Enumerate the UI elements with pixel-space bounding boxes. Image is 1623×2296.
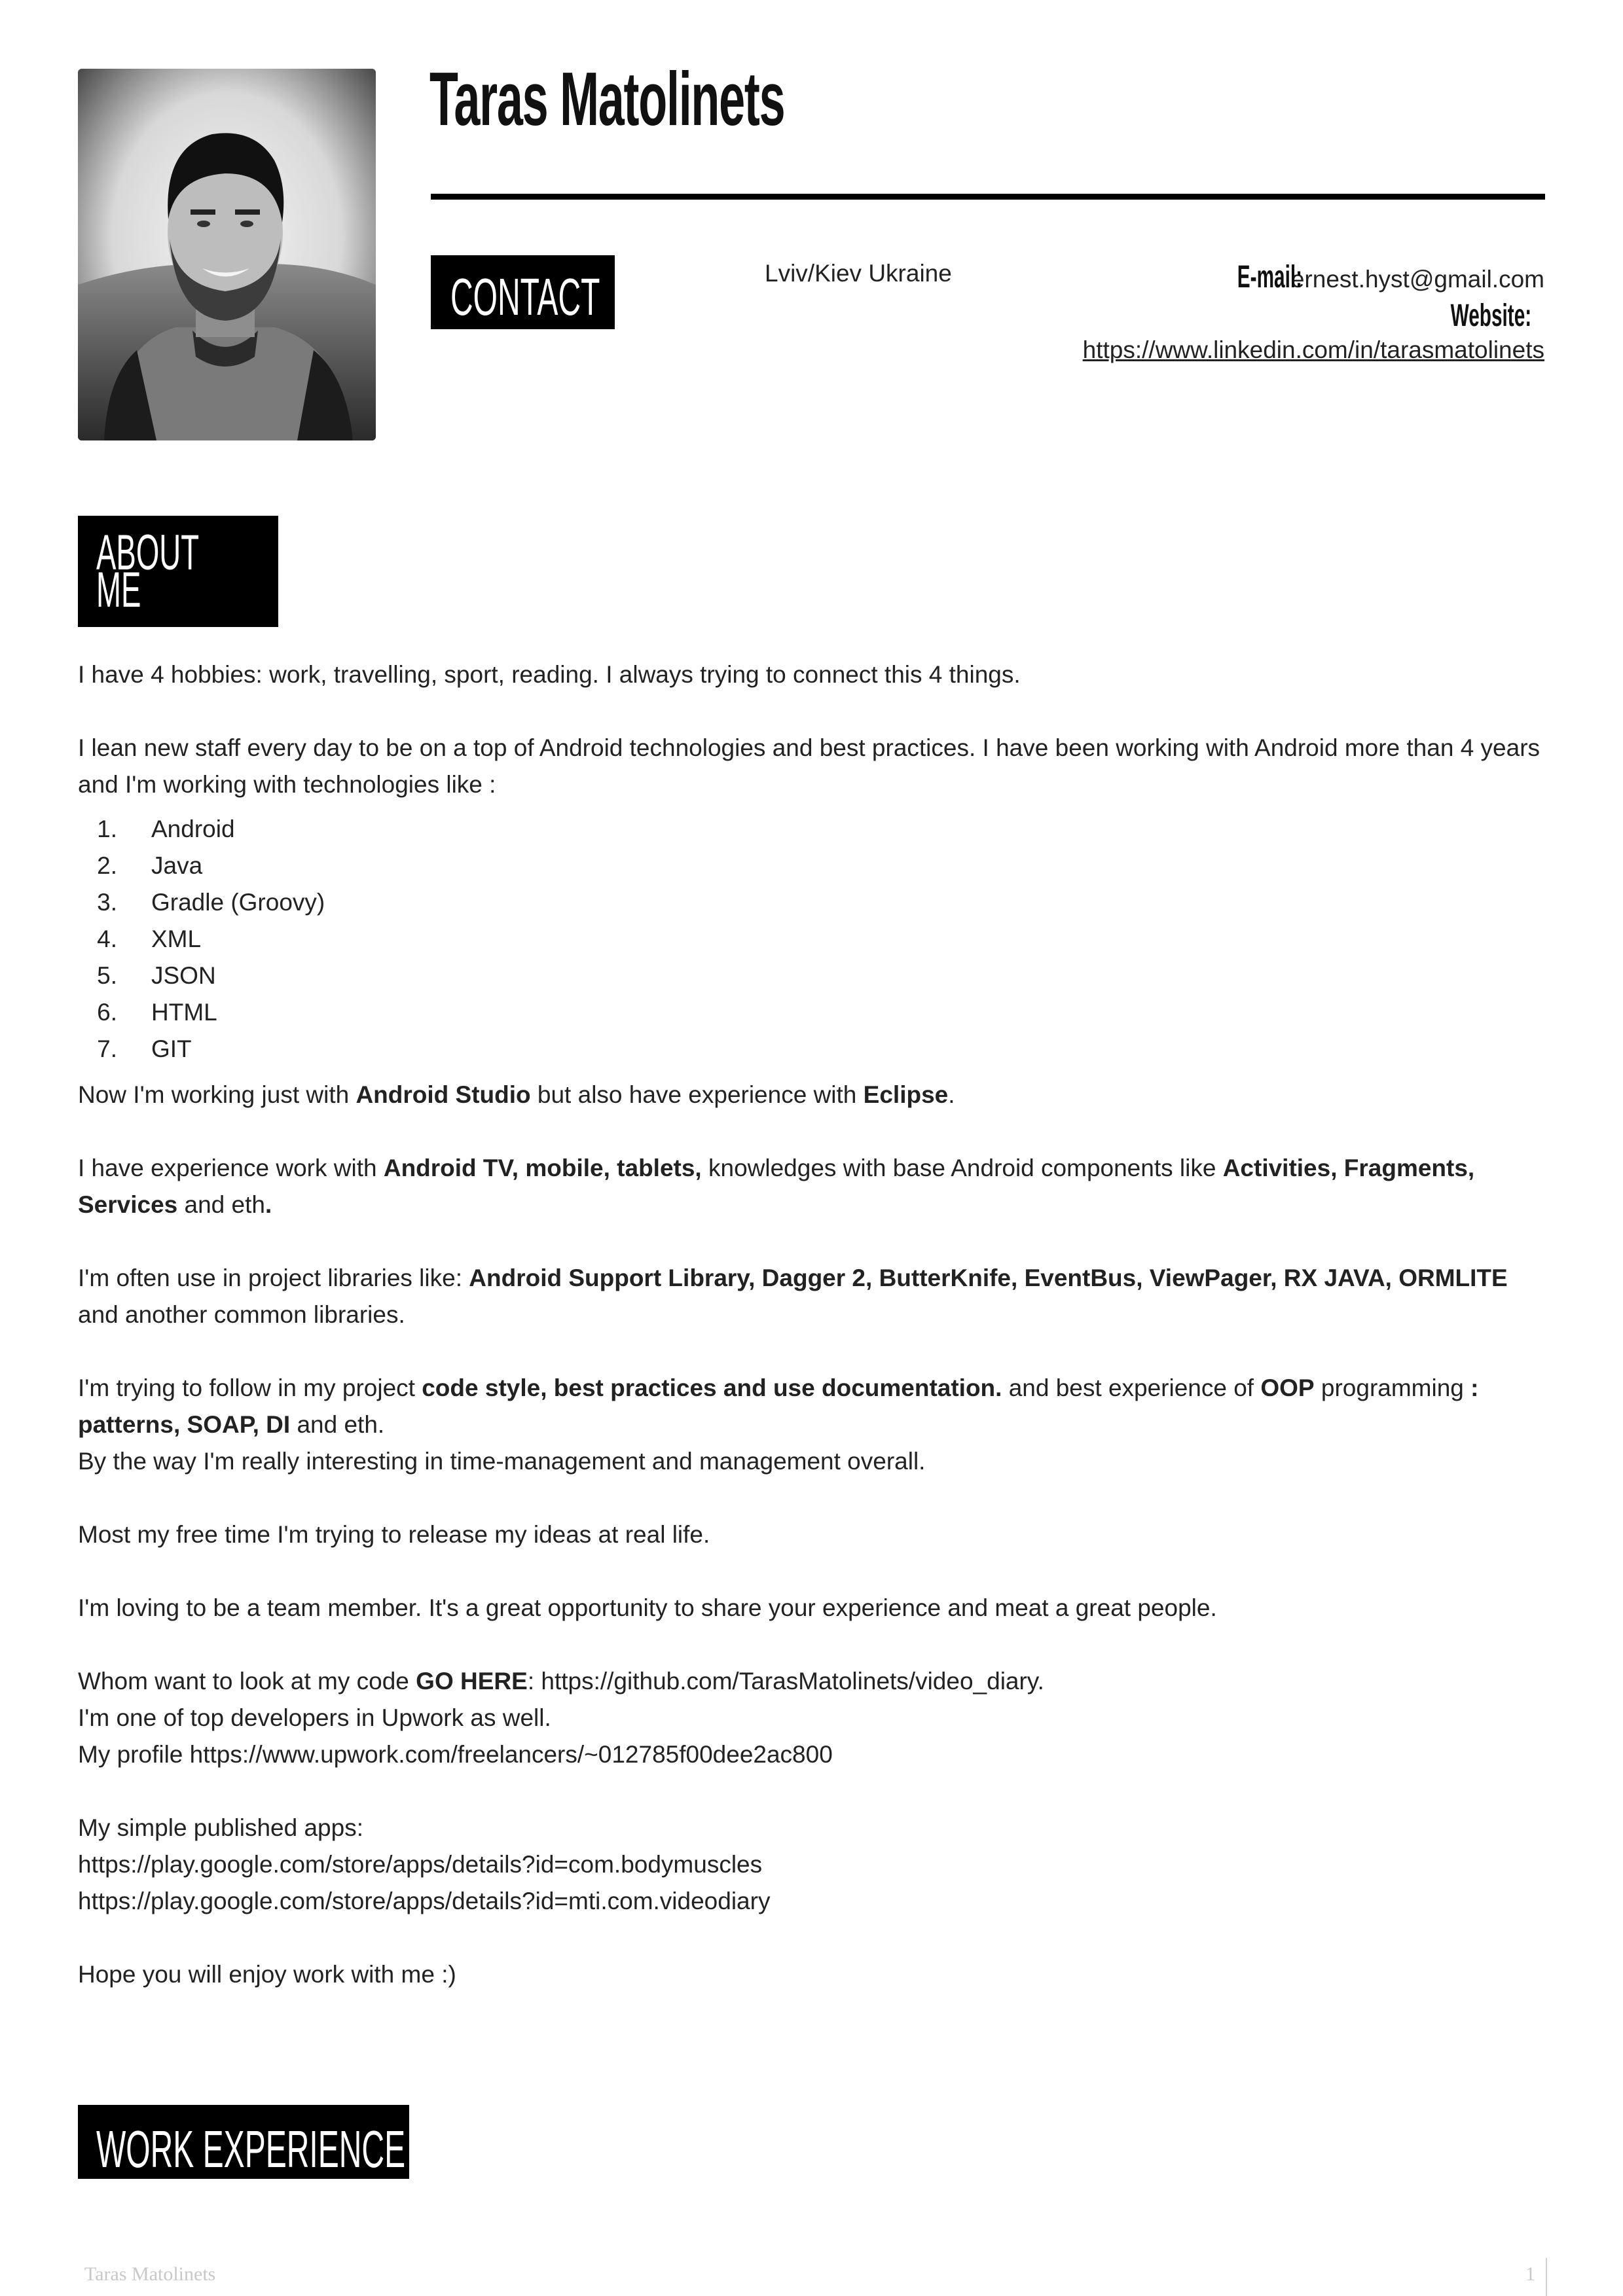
list-item: 7. GIT — [97, 1035, 192, 1062]
contact-label-text: CONTACT — [450, 268, 600, 326]
about-label-line2: ME — [96, 562, 141, 618]
contact-email-row: E-mail: ernest.hyst@gmail.com — [1197, 259, 1544, 295]
footer-name: Taras Matolinets — [84, 2263, 216, 2285]
about-label-text: ABOUT ME — [96, 528, 199, 615]
list-item: 5. JSON — [97, 962, 216, 989]
contact-section-label: CONTACT — [431, 255, 615, 329]
list-item: 6. HTML — [97, 999, 217, 1026]
list-item: 1. Android — [97, 816, 235, 842]
about-paragraph-apps: My simple published apps: https://play.g… — [78, 1810, 1551, 1920]
footer-page-number: 1 — [1525, 2263, 1535, 2285]
github-line[interactable]: Whom want to look at my code GO HERE: ht… — [78, 1668, 1044, 1695]
list-item: 4. XML — [97, 925, 202, 952]
about-paragraph-code-links: Whom want to look at my code GO HERE: ht… — [78, 1663, 1551, 1773]
work-experience-section-label: WORK EXPERIENCE — [78, 2105, 409, 2179]
email-label: E-mail: — [1237, 260, 1303, 295]
list-item: 2. Java — [97, 852, 203, 879]
about-paragraph-closing: Hope you will enjoy work with me :) — [78, 1961, 456, 1988]
app-link-bodymuscles[interactable]: https://play.google.com/store/apps/detai… — [78, 1846, 1551, 1883]
about-paragraph-android: I lean new staff every day to be on a to… — [78, 734, 1541, 798]
list-item: 3. Gradle (Groovy) — [97, 889, 325, 916]
about-paragraph-ideas: Most my free time I'm trying to release … — [78, 1521, 710, 1548]
about-body: I have 4 hobbies: work, travelling, spor… — [78, 656, 1551, 2030]
about-paragraph-management: By the way I'm really interesting in tim… — [78, 1448, 926, 1475]
about-paragraph-codestyle: I'm trying to follow in my project code … — [78, 1374, 1479, 1438]
app-link-videodiary[interactable]: https://play.google.com/store/apps/detai… — [78, 1883, 1551, 1920]
footer-divider — [1546, 2258, 1547, 2296]
about-paragraph-ide: Now I'm working just with Android Studio… — [78, 1081, 955, 1108]
page-title: Taras Matolinets — [429, 56, 786, 141]
website-link[interactable]: https://www.linkedin.com/in/tarasmatolin… — [1083, 336, 1544, 364]
upwork-line: I'm one of top developers in Upwork as w… — [78, 1704, 551, 1731]
work-experience-label-text: WORK EXPERIENCE — [96, 2120, 406, 2178]
about-paragraph-team: I'm loving to be a team member. It's a g… — [78, 1594, 1217, 1621]
about-paragraph-libraries: I'm often use in project libraries like:… — [78, 1265, 1508, 1328]
profile-photo — [78, 69, 376, 440]
portrait-image — [78, 69, 376, 440]
about-paragraph-experience: I have experience work with Android TV, … — [78, 1155, 1475, 1218]
technology-list: 1. Android 2. Java 3. Gradle (Groovy) 4. XML… — [78, 811, 1551, 1067]
title-divider — [431, 194, 1545, 200]
upwork-profile-link[interactable]: My profile https://www.upwork.com/freela… — [78, 1736, 1551, 1773]
about-paragraph-hobbies: I have 4 hobbies: work, travelling, spor… — [78, 661, 1021, 688]
website-label: Website: — [1450, 298, 1531, 333]
about-section-label: ABOUT ME — [78, 516, 278, 627]
email-value[interactable]: ernest.hyst@gmail.com — [1291, 266, 1544, 293]
contact-location: Lviv/Kiev Ukraine — [765, 260, 952, 287]
apps-title: My simple published apps: — [78, 1814, 363, 1841]
